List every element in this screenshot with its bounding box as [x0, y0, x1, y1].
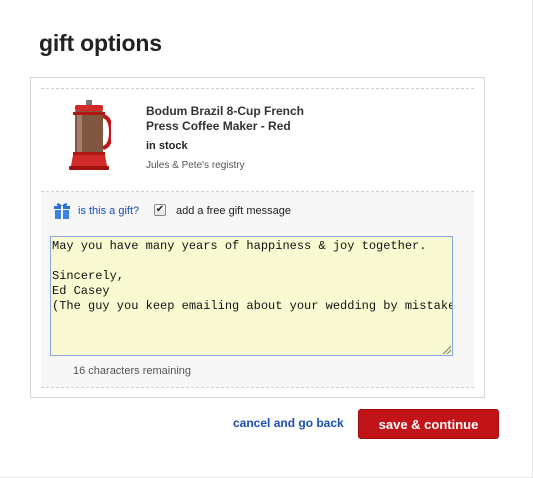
gift-message-textarea[interactable]: May you have many years of happiness & j…	[50, 236, 453, 356]
registry-name: Jules & Pete's registry	[146, 160, 245, 171]
cancel-link[interactable]: cancel and go back	[233, 416, 344, 430]
product-name: Bodum Brazil 8-Cup French Press Coffee M…	[146, 104, 305, 133]
is-this-a-gift-link[interactable]: is this a gift?	[78, 205, 139, 217]
gift-message-checkbox[interactable]: ✔	[154, 204, 166, 216]
gift-message-checkbox-label: add a free gift message	[176, 205, 291, 217]
page-title: gift options	[39, 30, 162, 56]
french-press-icon	[69, 100, 111, 170]
characters-remaining: 16 characters remaining	[73, 365, 192, 377]
save-continue-button[interactable]: save & continue	[358, 409, 499, 439]
gift-icon	[54, 203, 70, 219]
gift-item-card: Bodum Brazil 8-Cup French Press Coffee M…	[30, 77, 485, 398]
divider	[41, 387, 474, 388]
divider	[41, 88, 474, 89]
gift-options-dialog: gift options Bodum Brazil 8-Cup French P…	[0, 0, 533, 478]
stock-status: in stock	[146, 140, 188, 152]
gift-section: is this a gift? ✔ add a free gift messag…	[41, 192, 474, 387]
